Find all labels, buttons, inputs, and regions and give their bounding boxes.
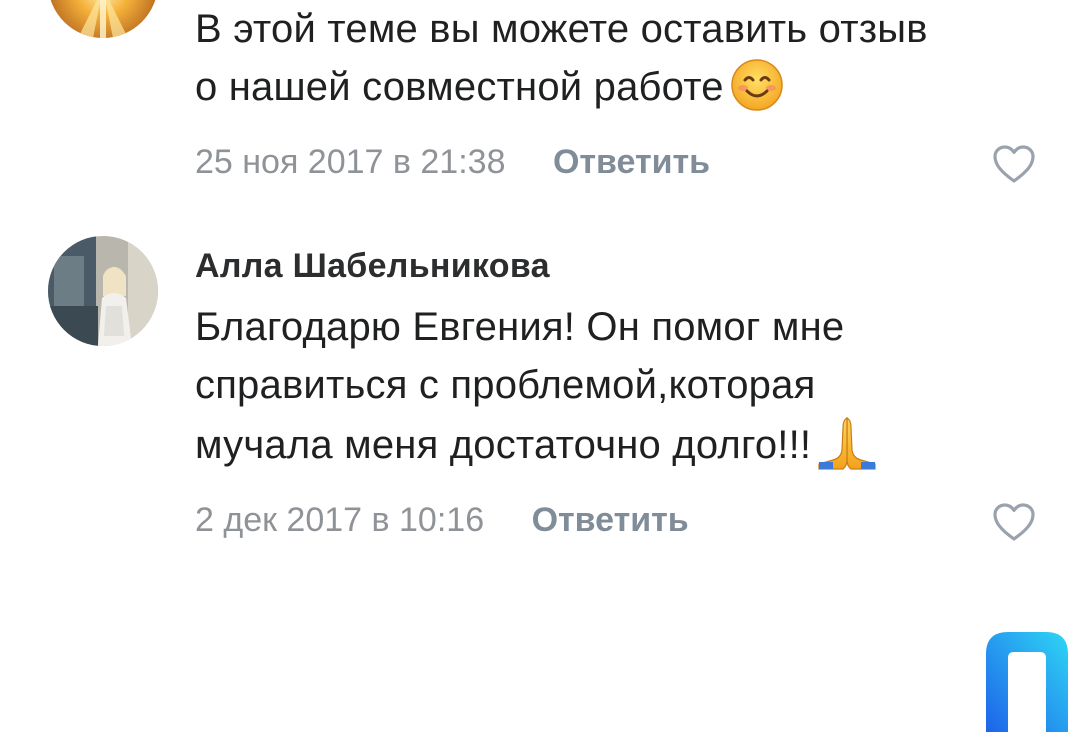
avatar[interactable] (48, 236, 158, 346)
avatar[interactable] (48, 0, 158, 38)
comment-author[interactable]: Алла Шабельникова (195, 244, 1050, 288)
brand-logo-icon (982, 628, 1072, 732)
reply-button[interactable]: Ответить (532, 492, 689, 548)
smiling-face-icon (730, 58, 784, 128)
heart-icon[interactable] (992, 144, 1036, 184)
comment-text: В этой теме вы можете оставить отзыв о н… (195, 0, 1050, 128)
comment-text-content: Благодарю Евгения! Он помог мне справить… (195, 305, 845, 467)
comment-body: Алла Шабельникова Благодарю Евгения! Он … (195, 236, 1050, 548)
avatar-image (48, 0, 158, 38)
comment-body: В этой теме вы можете оставить отзыв о н… (195, 0, 1050, 190)
comment-meta: 2 дек 2017 в 10:16 Ответить (195, 492, 1050, 548)
comment-date: 2 дек 2017 в 10:16 (195, 501, 485, 539)
reply-button[interactable]: Ответить (553, 134, 710, 190)
comment-meta: 25 ноя 2017 в 21:38 Ответить (195, 134, 1050, 190)
comment-text-content: В этой теме вы можете оставить отзыв о н… (195, 7, 928, 109)
heart-icon[interactable] (992, 502, 1036, 542)
folded-hands-icon (817, 414, 877, 486)
comment-date: 25 ноя 2017 в 21:38 (195, 143, 506, 181)
avatar-image (48, 236, 158, 346)
comment-text: Благодарю Евгения! Он помог мне справить… (195, 298, 1050, 486)
comments-page: В этой теме вы можете оставить отзыв о н… (0, 0, 1080, 739)
